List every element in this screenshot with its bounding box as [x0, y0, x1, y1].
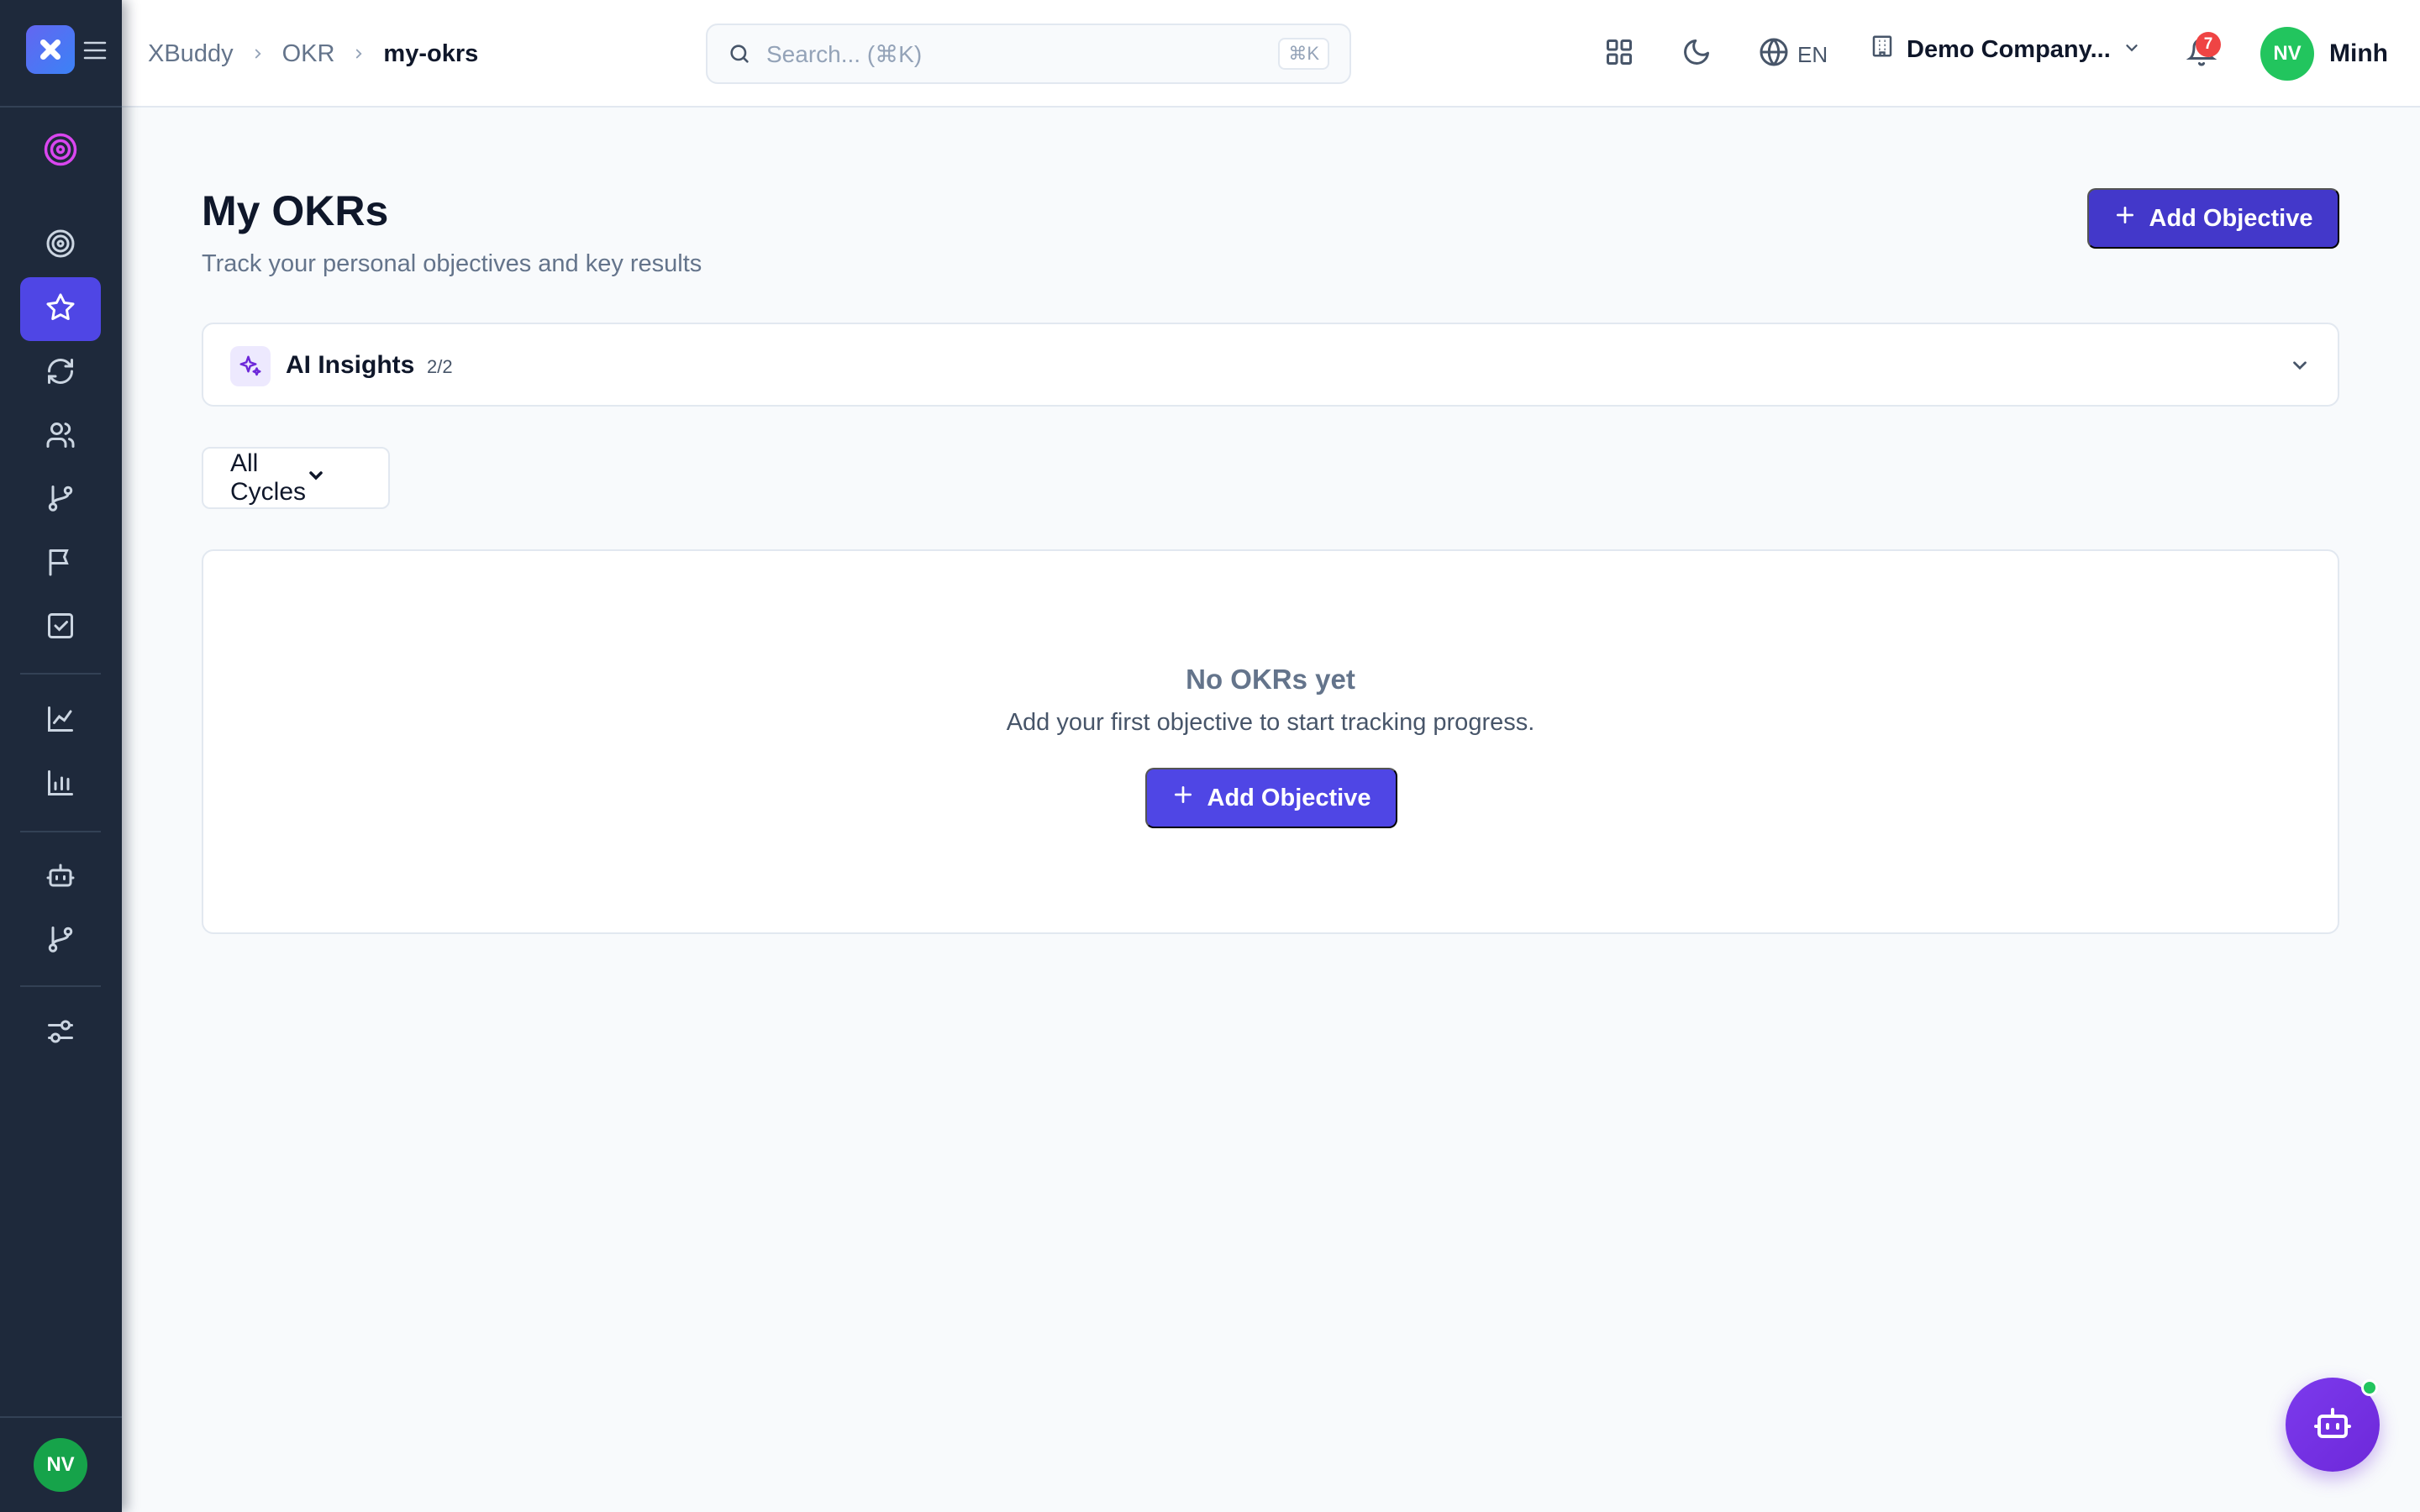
page-subtitle: Track your personal objectives and key r… [202, 250, 702, 277]
plus-icon [2114, 204, 2136, 233]
sidebar-item-settings[interactable] [20, 1001, 101, 1065]
search-icon [728, 42, 751, 66]
add-objective-label: Add Objective [1207, 784, 1371, 811]
user-name: Minh [2329, 39, 2388, 67]
ai-insights-label: AI Insights [286, 351, 415, 379]
breadcrumb: XBuddy OKR my-okrs [148, 37, 478, 71]
branch-icon [45, 483, 76, 517]
target-icon [45, 228, 76, 263]
empty-state-description: Add your first objective to start tracki… [1006, 709, 1535, 736]
sidebar-header [0, 0, 122, 108]
company-name: Demo Company... [1907, 35, 2111, 63]
sidebar-item-ai-assistant[interactable] [20, 845, 101, 909]
ai-insights-panel[interactable]: AI Insights 2/2 [202, 323, 2339, 407]
company-switcher[interactable]: Demo Company... [1870, 34, 2141, 66]
add-objective-label: Add Objective [2149, 204, 2313, 232]
app-logo-icon[interactable] [26, 25, 75, 74]
bar-chart-icon [45, 768, 76, 802]
robot-icon [45, 860, 76, 895]
flag-icon [45, 547, 76, 581]
chevron-down-icon [2123, 36, 2141, 64]
users-icon [45, 420, 76, 454]
sidebar-item-my-okrs[interactable] [20, 277, 101, 341]
cycle-filter-select[interactable]: All Cycles [202, 447, 390, 509]
refresh-icon [45, 356, 76, 391]
sidebar-item-analytics[interactable] [20, 689, 101, 753]
top-bar: XBuddy OKR my-okrs Search... (⌘K) ⌘K EN … [122, 0, 2420, 108]
chevron-right-icon [351, 46, 366, 61]
search-shortcut: ⌘K [1278, 38, 1329, 70]
sparkles-icon [230, 346, 271, 386]
sidebar-item-tasks[interactable] [20, 596, 101, 659]
sidebar-divider [0, 1416, 122, 1418]
add-first-objective-button[interactable]: Add Objective [1145, 768, 1397, 828]
add-objective-button[interactable]: Add Objective [2087, 188, 2339, 249]
avatar: NV [2260, 27, 2314, 81]
globe-icon [1759, 37, 1789, 73]
ai-insights-count: 2/2 [427, 356, 453, 377]
star-icon [45, 292, 76, 327]
sidebar-item-alignment[interactable] [20, 468, 101, 532]
sidebar-item-okr-overview[interactable] [20, 213, 101, 277]
line-chart-icon [45, 704, 76, 738]
sidebar-item-reports[interactable] [20, 753, 101, 816]
chevron-right-icon [250, 46, 266, 61]
sidebar-item-check-ins[interactable] [20, 341, 101, 405]
sidebar-item-milestones[interactable] [20, 532, 101, 596]
breadcrumb-okr[interactable]: OKR [282, 40, 335, 68]
okr-module-icon[interactable] [43, 132, 78, 171]
user-menu[interactable]: NV Minh [2260, 27, 2388, 81]
notification-badge: 7 [2196, 32, 2221, 57]
breadcrumb-current: my-okrs [383, 39, 479, 67]
plus-icon [1172, 784, 1194, 812]
language-switcher[interactable]: EN [1759, 37, 1828, 73]
search-input[interactable]: Search... (⌘K) ⌘K [706, 24, 1351, 84]
page-title: My OKRs [202, 187, 389, 234]
online-status-dot [2361, 1379, 2378, 1396]
branch-icon [45, 924, 76, 958]
search-placeholder: Search... (⌘K) [766, 40, 923, 67]
sidebar: NV [0, 0, 122, 1512]
sliders-icon [45, 1016, 76, 1051]
breadcrumb-xbuddy[interactable]: XBuddy [148, 40, 234, 68]
moon-icon[interactable] [1681, 37, 1712, 67]
building-icon [1870, 34, 1895, 66]
empty-state-title: No OKRs yet [1186, 664, 1355, 695]
cycle-filter-value: All Cycles [230, 449, 307, 506]
language-label: EN [1797, 42, 1828, 67]
chevron-down-icon[interactable] [2289, 354, 2311, 381]
apps-grid-icon[interactable] [1604, 37, 1634, 67]
avatar[interactable]: NV [34, 1438, 87, 1492]
chevron-down-icon [306, 464, 371, 492]
checkbox-icon [45, 611, 76, 645]
empty-state-card: No OKRs yet Add your first objective to … [202, 549, 2339, 934]
sidebar-item-workflows[interactable] [20, 909, 101, 973]
robot-icon [2312, 1403, 2353, 1447]
sidebar-divider [20, 985, 101, 987]
sidebar-divider [20, 673, 101, 675]
sidebar-divider [20, 831, 101, 832]
hamburger-icon[interactable] [83, 40, 107, 65]
sidebar-item-team[interactable] [20, 405, 101, 469]
